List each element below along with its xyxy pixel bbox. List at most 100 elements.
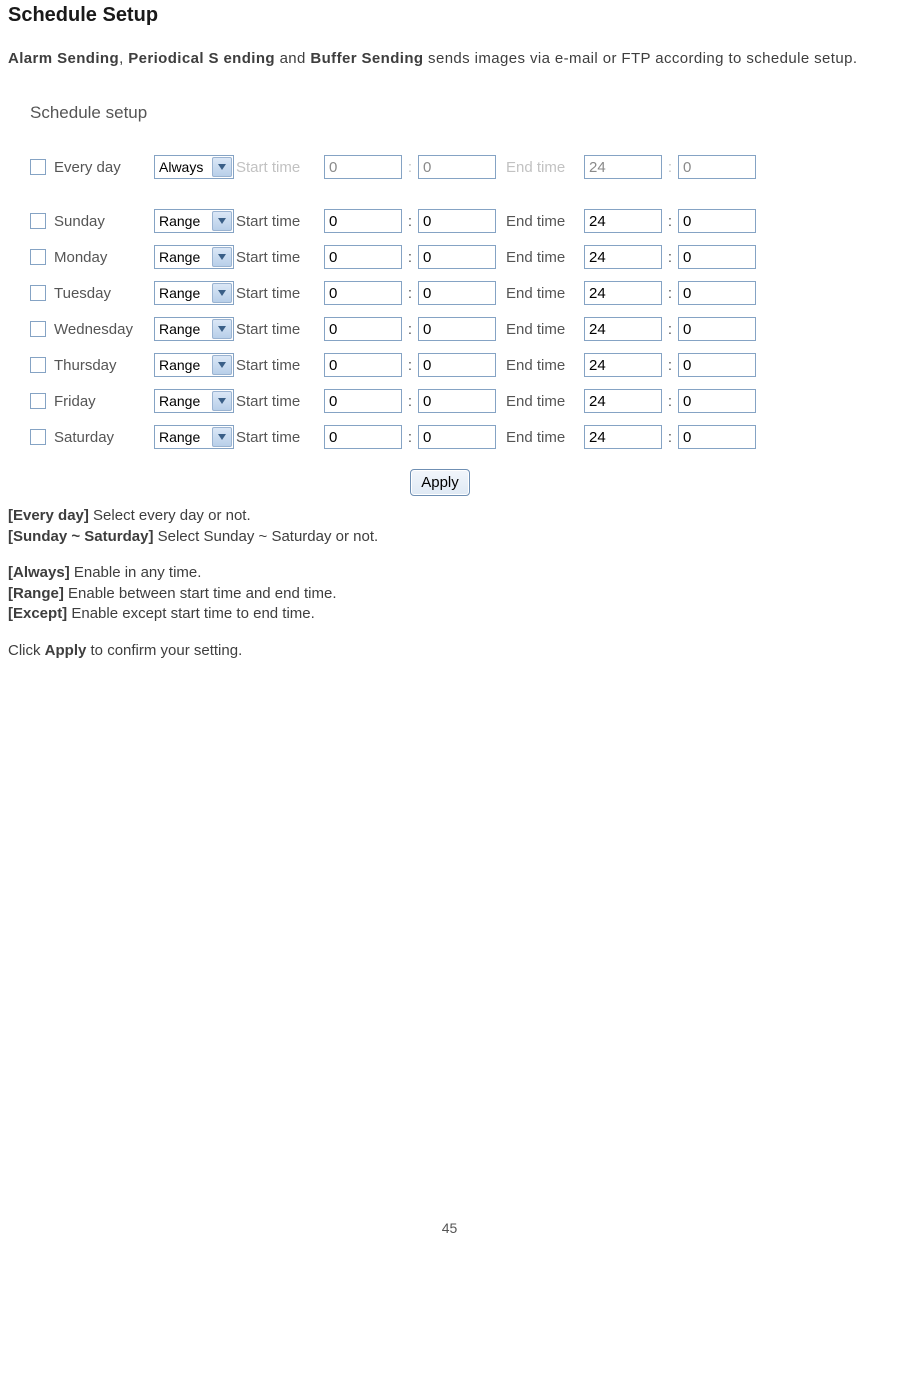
desc-click-pre: Click [8, 642, 45, 659]
start-min-input[interactable]: 0 [418, 425, 496, 449]
description-block: [Every day] Select every day or not. [Su… [8, 506, 891, 660]
intro-bold-3: Buffer Sending [310, 50, 423, 67]
time-colon: : [402, 429, 418, 446]
end-hour-input[interactable]: 24 [584, 353, 662, 377]
time-colon: : [662, 429, 678, 446]
desc-everyday-key: [Every day] [8, 507, 89, 524]
row-day: TuesdayRangeStart time0:0End time24:0 [30, 275, 850, 311]
time-colon: : [402, 357, 418, 374]
row-day: WednesdayRangeStart time0:0End time24:0 [30, 311, 850, 347]
time-colon: : [662, 357, 678, 374]
mode-select-value: Range [159, 321, 212, 337]
chevron-down-icon [212, 157, 232, 177]
intro-rest: sends images via e-mail or FTP according… [423, 50, 857, 67]
end-min-input[interactable]: 0 [678, 245, 756, 269]
mode-select-day[interactable]: Range [154, 281, 234, 305]
start-min-input[interactable]: 0 [418, 353, 496, 377]
mode-select-value: Range [159, 429, 212, 445]
mode-select-everyday[interactable]: Always [154, 155, 234, 179]
start-hour-input[interactable]: 0 [324, 209, 402, 233]
desc-range-val: Enable between start time and end time. [64, 585, 337, 602]
row-day: ThursdayRangeStart time0:0End time24:0 [30, 347, 850, 383]
desc-always-val: Enable in any time. [70, 564, 202, 581]
label-day: Saturday [54, 429, 154, 446]
start-hour-input[interactable]: 0 [324, 245, 402, 269]
end-hour-input-everyday[interactable]: 24 [584, 155, 662, 179]
start-min-input[interactable]: 0 [418, 389, 496, 413]
end-min-input[interactable]: 0 [678, 281, 756, 305]
start-hour-input-everyday[interactable]: 0 [324, 155, 402, 179]
checkbox-day[interactable] [30, 321, 46, 337]
chevron-down-icon [212, 355, 232, 375]
start-hour-input[interactable]: 0 [324, 353, 402, 377]
chevron-down-icon [212, 319, 232, 339]
start-time-label: Start time [236, 321, 324, 338]
label-day: Friday [54, 393, 154, 410]
start-hour-input[interactable]: 0 [324, 317, 402, 341]
start-time-label: Start time [236, 285, 324, 302]
checkbox-day[interactable] [30, 213, 46, 229]
row-day: SundayRangeStart time0:0End time24:0 [30, 203, 850, 239]
time-colon: : [402, 393, 418, 410]
mode-select-day[interactable]: Range [154, 353, 234, 377]
start-min-input-everyday[interactable]: 0 [418, 155, 496, 179]
mode-select-day[interactable]: Range [154, 209, 234, 233]
mode-select-day[interactable]: Range [154, 389, 234, 413]
page-number: 45 [8, 1220, 891, 1236]
checkbox-day[interactable] [30, 393, 46, 409]
time-colon: : [402, 213, 418, 230]
end-hour-input[interactable]: 24 [584, 425, 662, 449]
start-time-label: Start time [236, 249, 324, 266]
mode-select-value: Range [159, 249, 212, 265]
start-min-input[interactable]: 0 [418, 209, 496, 233]
end-hour-input[interactable]: 24 [584, 245, 662, 269]
end-min-input-everyday[interactable]: 0 [678, 155, 756, 179]
end-hour-input[interactable]: 24 [584, 209, 662, 233]
mode-select-day[interactable]: Range [154, 245, 234, 269]
intro-bold-1: Alarm Sending [8, 50, 119, 67]
end-time-label: End time [506, 213, 584, 230]
start-min-input[interactable]: 0 [418, 317, 496, 341]
end-time-label: End time [506, 285, 584, 302]
time-colon: : [402, 285, 418, 302]
end-hour-input[interactable]: 24 [584, 389, 662, 413]
chevron-down-icon [212, 211, 232, 231]
label-day: Monday [54, 249, 154, 266]
desc-click-post: to confirm your setting. [86, 642, 242, 659]
intro-paragraph: Alarm Sending, Periodical S ending and B… [8, 49, 891, 69]
end-min-input[interactable]: 0 [678, 317, 756, 341]
end-hour-input[interactable]: 24 [584, 281, 662, 305]
start-min-input[interactable]: 0 [418, 281, 496, 305]
intro-sep-1: , [119, 50, 128, 67]
checkbox-day[interactable] [30, 285, 46, 301]
checkbox-day[interactable] [30, 357, 46, 373]
start-hour-input[interactable]: 0 [324, 425, 402, 449]
chevron-down-icon [212, 247, 232, 267]
start-time-label: Start time [236, 213, 324, 230]
end-time-label: End time [506, 429, 584, 446]
apply-button[interactable]: Apply [410, 469, 470, 496]
desc-sunsat-val: Select Sunday ~ Saturday or not. [153, 528, 378, 545]
desc-range-key: [Range] [8, 585, 64, 602]
form-heading: Schedule setup [30, 103, 850, 123]
end-min-input[interactable]: 0 [678, 425, 756, 449]
end-hour-input[interactable]: 24 [584, 317, 662, 341]
checkbox-day[interactable] [30, 429, 46, 445]
start-min-input[interactable]: 0 [418, 245, 496, 269]
desc-sunsat-key: [Sunday ~ Saturday] [8, 528, 153, 545]
end-min-input[interactable]: 0 [678, 389, 756, 413]
end-min-input[interactable]: 0 [678, 209, 756, 233]
checkbox-everyday[interactable] [30, 159, 46, 175]
mode-select-day[interactable]: Range [154, 317, 234, 341]
mode-select-day[interactable]: Range [154, 425, 234, 449]
chevron-down-icon [212, 391, 232, 411]
intro-bold-2: Periodical S ending [128, 50, 275, 67]
desc-click-key: Apply [45, 642, 87, 659]
start-time-label: Start time [236, 159, 324, 176]
start-hour-input[interactable]: 0 [324, 389, 402, 413]
start-hour-input[interactable]: 0 [324, 281, 402, 305]
checkbox-day[interactable] [30, 249, 46, 265]
end-min-input[interactable]: 0 [678, 353, 756, 377]
row-everyday: Every day Always Start time 0 : 0 End ti… [30, 149, 850, 185]
time-colon: : [662, 393, 678, 410]
